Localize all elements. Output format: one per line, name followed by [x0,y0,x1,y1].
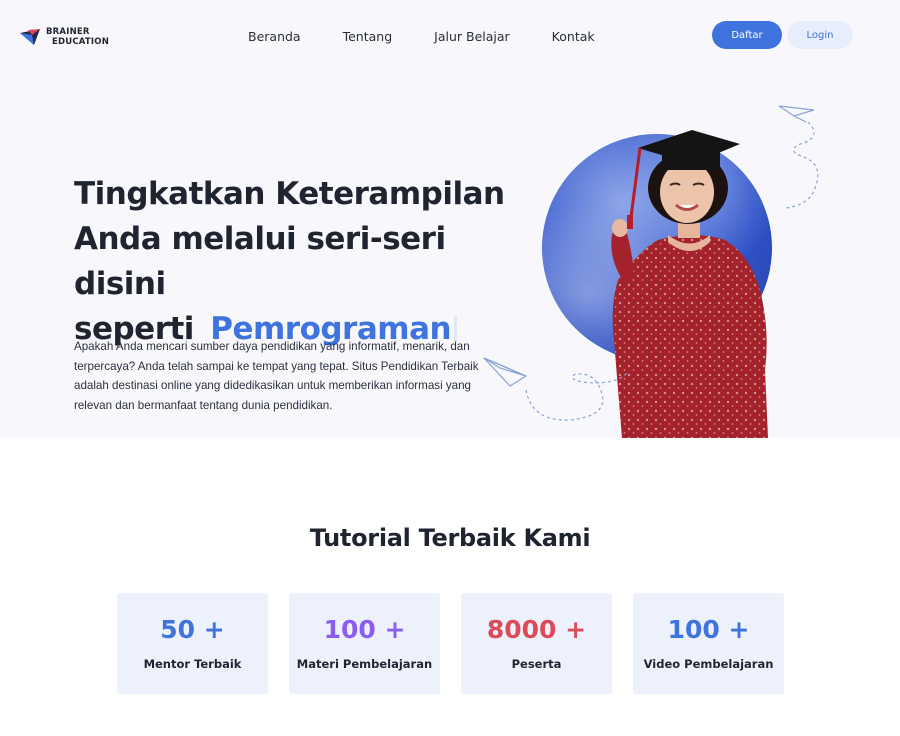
stat-card-materi: 100 + Materi Pembelajaran [289,593,440,694]
brand-line1: BRAINER [46,27,90,37]
nav-item-kontak[interactable]: Kontak [552,29,595,44]
stat-value: 100 + [323,615,406,644]
hero-title-line2: Anda melalui seri-seri disini [74,221,446,302]
main-menu: Beranda Tentang Jalur Belajar Kontak [248,29,637,44]
brand-name: BRAINER EDUCATION [46,27,109,47]
login-button[interactable]: Login [787,21,853,49]
hero-title-line1: Tingkatkan Keterampilan [74,176,505,212]
stat-label: Peserta [511,657,562,671]
stat-card-peserta: 8000 + Peserta [461,593,612,694]
stat-value: 50 + [160,615,225,644]
paper-plane-icon [778,105,819,209]
stat-label: Video Pembelajaran [643,657,774,671]
paper-plane-icon [483,357,629,421]
hero-title: Tingkatkan Keterampilan Anda melalui ser… [74,172,534,352]
navbar: BRAINER EDUCATION Beranda Tentang Jalur … [0,0,900,72]
daftar-button[interactable]: Daftar [712,21,782,49]
brainer-logo-icon [20,27,42,47]
stat-card-video: 100 + Video Pembelajaran [633,593,784,694]
brand-line2: EDUCATION [52,37,110,47]
tutorial-section-title: Tutorial Terbaik Kami [309,524,591,552]
hero-description: Apakah Anda mencari sumber daya pendidik… [74,340,479,412]
brand-logo[interactable]: BRAINER EDUCATION [20,27,109,47]
stat-label: Mentor Terbaik [143,657,242,671]
stats-row: 50 + Mentor Terbaik 100 + Materi Pembela… [117,593,784,694]
nav-item-jalur-belajar[interactable]: Jalur Belajar [434,29,510,44]
stat-value: 100 + [667,615,750,644]
stat-card-mentor: 50 + Mentor Terbaik [117,593,268,694]
stat-value: 8000 + [486,615,587,644]
stat-label: Materi Pembelajaran [296,657,433,671]
nav-item-beranda[interactable]: Beranda [248,29,301,44]
nav-item-tentang[interactable]: Tentang [343,29,393,44]
